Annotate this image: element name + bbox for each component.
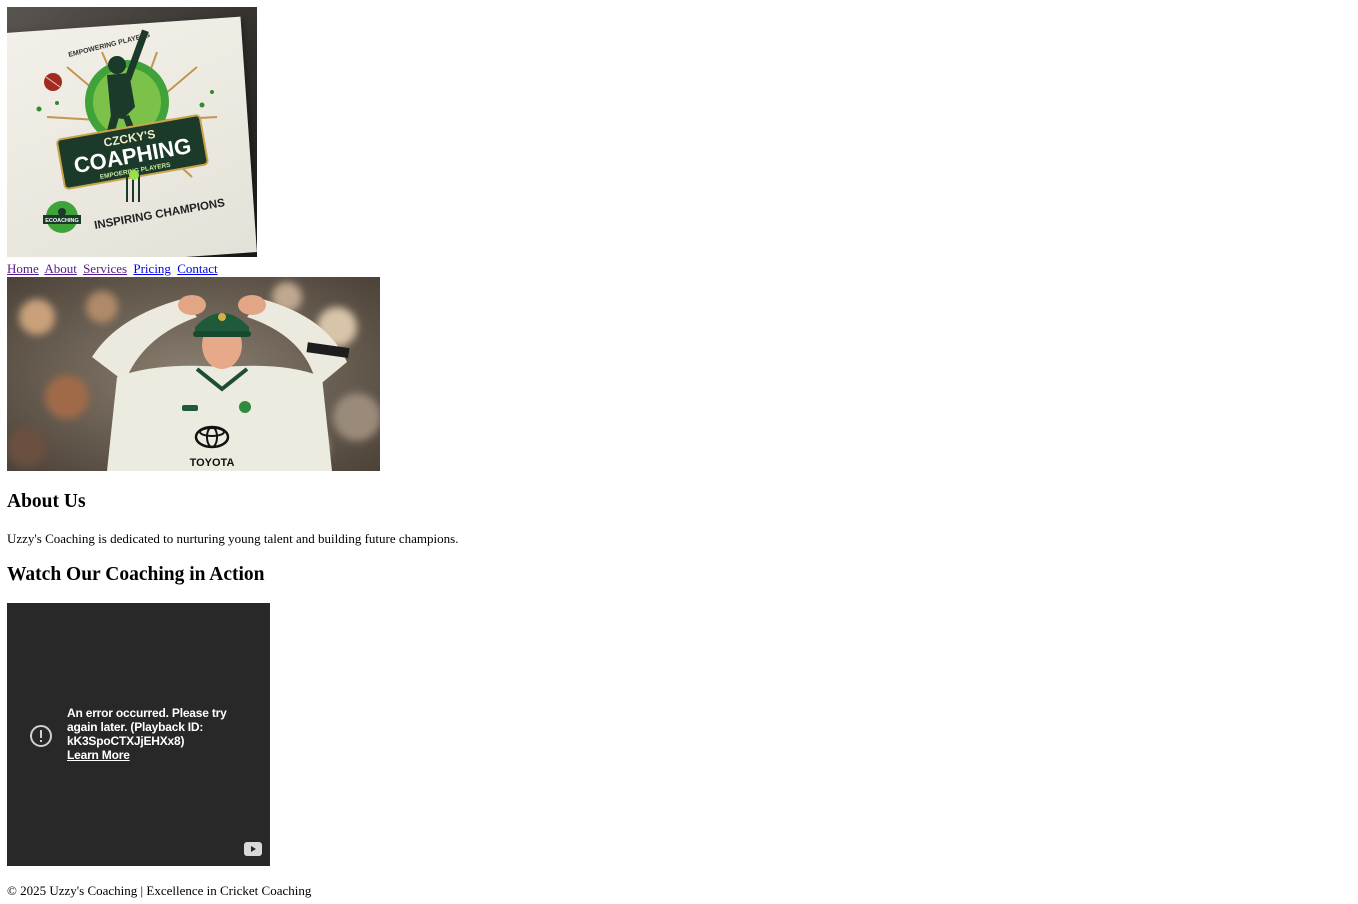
video-error-message: An error occurred. Please try again late…: [67, 706, 257, 762]
youtube-icon[interactable]: [244, 842, 262, 861]
video-player[interactable]: An error occurred. Please try again late…: [7, 603, 270, 866]
nav-link-contact[interactable]: Contact: [177, 261, 217, 276]
about-heading: About Us: [7, 491, 86, 512]
video-heading: Watch Our Coaching in Action: [7, 564, 265, 585]
about-text: Uzzy's Coaching is dedicated to nurturin…: [7, 531, 459, 546]
footer-text: © 2025 Uzzy's Coaching | Excellence in C…: [7, 883, 312, 898]
learn-more-link[interactable]: Learn More: [67, 748, 257, 762]
site-logo: EMPOWERING PLAYERS CZCKY'S COAPHING EMPO…: [7, 7, 257, 257]
error-icon: [29, 724, 53, 753]
hero-shirt-text: TOYOTA: [190, 457, 235, 469]
hero-image: TOYOTA: [7, 277, 380, 471]
error-text: An error occurred. Please try again late…: [67, 706, 227, 748]
nav-link-pricing[interactable]: Pricing: [133, 261, 171, 276]
logo-small-badge: ECOACHING: [45, 218, 79, 224]
nav-link-home[interactable]: Home: [7, 261, 39, 276]
nav-link-about[interactable]: About: [44, 261, 77, 276]
nav-link-services[interactable]: Services: [83, 261, 127, 276]
logo-tagline: INSPIRING CHAMPIONS: [93, 197, 226, 232]
logo-artwork: EMPOWERING PLAYERS CZCKY'S COAPHING EMPO…: [36, 29, 226, 233]
main-nav: Home About Services Pricing Contact: [7, 261, 221, 277]
